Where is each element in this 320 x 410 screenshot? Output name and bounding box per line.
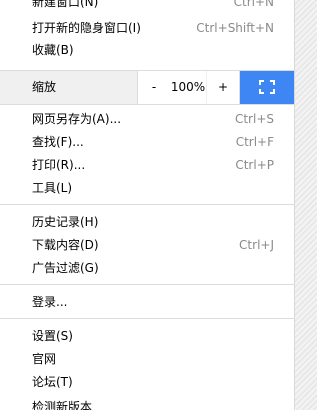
menu-item-label: 广告过滤(G)	[32, 261, 99, 275]
menu-item-tools[interactable]: 工具(L) ▶	[0, 177, 306, 199]
menu-item-check-update[interactable]: 检测新版本	[0, 396, 294, 410]
menu-item-label: 官网	[32, 352, 57, 366]
menu-item-favorites[interactable]: 收藏(B) ▶	[0, 39, 306, 61]
menu-item-login[interactable]: 登录...	[0, 291, 294, 313]
menu-item-shortcut: Ctrl+P	[235, 158, 274, 172]
menu-item-label: 打开新的隐身窗口(I)	[32, 21, 141, 35]
zoom-label: 缩放	[32, 80, 57, 94]
menu-item-label: 历史记录(H)	[32, 215, 99, 229]
menu-item-new-window[interactable]: 新建窗口(N) Ctrl+N	[0, 0, 294, 13]
browser-main-menu: 新建窗口(N) Ctrl+N 打开新的隐身窗口(I) Ctrl+Shift+N …	[0, 0, 317, 410]
menu-item-downloads[interactable]: 下载内容(D) Ctrl+J	[0, 234, 294, 256]
menu-item-label: 设置(S)	[32, 329, 73, 343]
menu-item-shortcut: Ctrl+Shift+N	[196, 21, 274, 35]
menu-item-save-page-as[interactable]: 网页另存为(A)... Ctrl+S	[0, 108, 294, 130]
menu-item-shortcut: Ctrl+N	[233, 0, 274, 9]
menu-item-label: 打印(R)...	[32, 158, 86, 172]
menu-item-print[interactable]: 打印(R)... Ctrl+P	[0, 154, 294, 176]
menu-item-label: 收藏(B)	[32, 43, 74, 57]
menu-separator	[0, 284, 294, 285]
menu-item-label: 检测新版本	[32, 400, 93, 410]
menu-separator	[0, 204, 294, 205]
menu-item-settings[interactable]: 设置(S)	[0, 325, 294, 347]
fullscreen-button[interactable]	[240, 71, 295, 104]
zoom-row: 缩放 - 100% +	[0, 70, 295, 105]
menu-separator	[0, 318, 294, 319]
fullscreen-icon	[259, 80, 275, 94]
menu-item-history[interactable]: 历史记录(H) ▶	[0, 211, 306, 233]
menu-item-ad-filter[interactable]: 广告过滤(G)	[0, 257, 294, 279]
zoom-in-button[interactable]: +	[207, 71, 240, 104]
menu-item-shortcut: Ctrl+J	[239, 238, 274, 252]
menu-item-label: 登录...	[32, 295, 68, 309]
menu-item-shortcut: Ctrl+S	[234, 112, 274, 126]
menu-item-label: 新建窗口(N)	[32, 0, 99, 9]
menu-item-forum[interactable]: 论坛(T)	[0, 371, 294, 393]
menu-item-new-incognito-window[interactable]: 打开新的隐身窗口(I) Ctrl+Shift+N	[0, 17, 294, 39]
menu-item-label: 下载内容(D)	[32, 238, 99, 252]
menu-shadow-edge	[294, 0, 317, 410]
menu-item-shortcut: Ctrl+F	[235, 135, 274, 149]
menu-item-find[interactable]: 查找(F)... Ctrl+F	[0, 131, 294, 153]
menu-item-label: 论坛(T)	[32, 375, 73, 389]
zoom-level-value: 100%	[170, 71, 206, 104]
menu-item-label: 网页另存为(A)...	[32, 112, 122, 126]
menu-item-official-website[interactable]: 官网	[0, 348, 294, 370]
menu-item-label: 工具(L)	[32, 181, 73, 195]
menu-item-label: 查找(F)...	[32, 135, 84, 149]
zoom-out-button[interactable]: -	[137, 71, 170, 104]
